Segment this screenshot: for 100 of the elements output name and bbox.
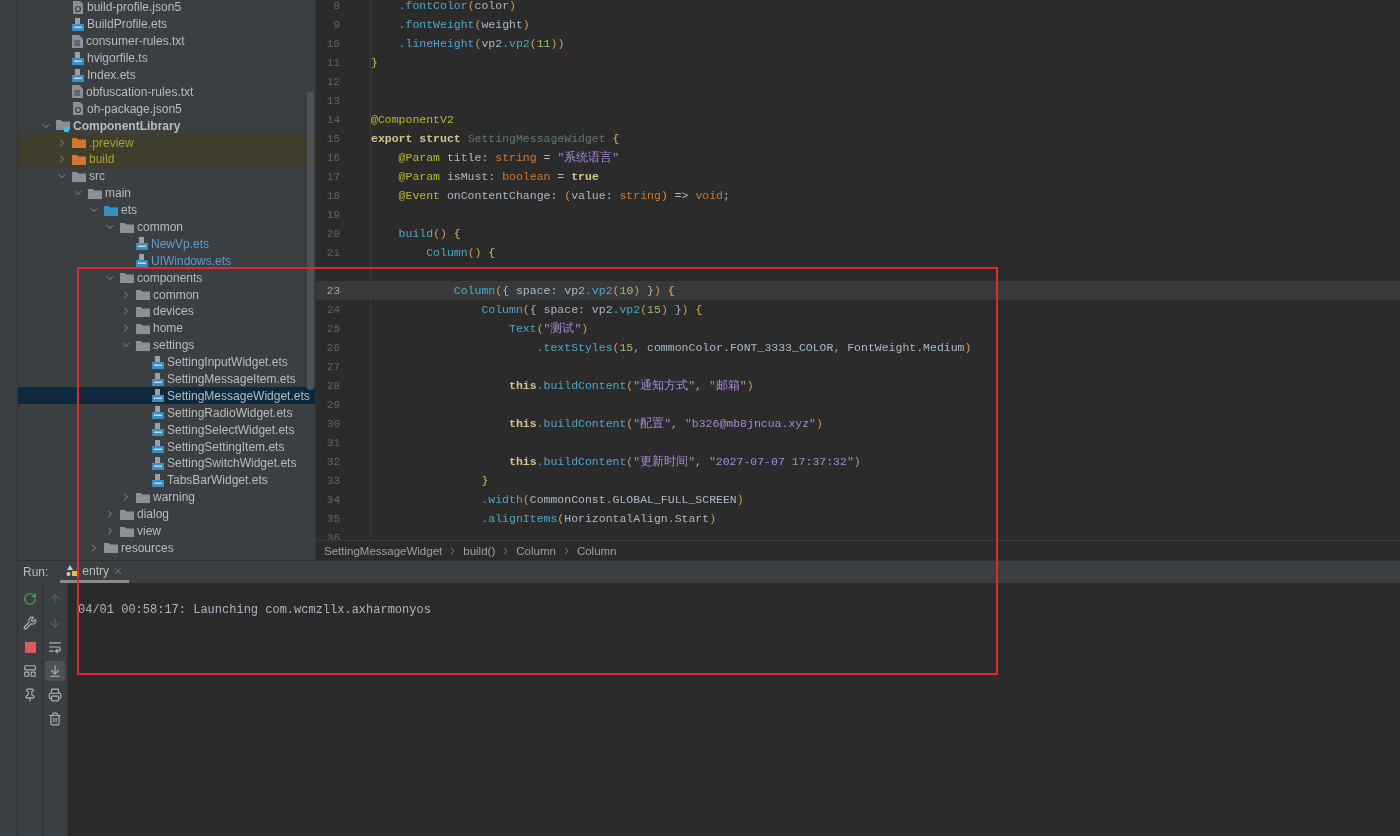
line-number: 16 xyxy=(325,151,340,164)
file-icon xyxy=(152,473,164,487)
scrollbar[interactable] xyxy=(307,92,314,390)
file-icon xyxy=(152,440,164,454)
line-number: 34 xyxy=(325,493,340,506)
tree-item[interactable]: dialog xyxy=(18,505,315,523)
tree-item[interactable]: build-profile.json5 xyxy=(18,0,315,16)
code-line: @ComponentV2 xyxy=(371,113,454,126)
folder-icon xyxy=(120,221,134,233)
scroll-to-end-button[interactable] xyxy=(45,661,65,681)
tree-item[interactable]: TabsBarWidget.ets xyxy=(18,471,315,489)
tree-item[interactable]: oh-package.json5 xyxy=(18,100,315,118)
line-number: 33 xyxy=(325,474,340,487)
file-icon xyxy=(152,423,164,437)
breadcrumb-item[interactable]: build() xyxy=(463,544,496,557)
tree-item[interactable]: home xyxy=(18,319,315,337)
line-number: 27 xyxy=(325,360,340,373)
code-line: .textStyles(15, commonColor.FONT_3333_COLOR, FontWeight.Medium) xyxy=(535,341,972,354)
up-arrow-icon xyxy=(48,592,62,606)
tree-item[interactable]: components xyxy=(18,269,315,287)
text-file-icon xyxy=(72,34,83,48)
line-number: 21 xyxy=(325,246,340,259)
tree-item[interactable]: settings xyxy=(18,336,315,354)
run-label: Run: xyxy=(23,565,49,579)
line-number: 15 xyxy=(325,132,340,145)
file-icon xyxy=(152,457,164,470)
tree-item[interactable]: common xyxy=(18,286,315,304)
tree-item[interactable]: src xyxy=(18,167,315,185)
folder-icon xyxy=(72,170,86,182)
tree-item[interactable]: SettingSelectWidget.ets xyxy=(18,421,315,439)
line-number: 10 xyxy=(325,37,340,50)
folder-icon xyxy=(120,508,134,520)
code-line: export struct SettingMessageWidget { xyxy=(371,132,620,145)
file-icon xyxy=(152,372,164,386)
tree-item[interactable]: devices xyxy=(18,303,315,320)
line-number: 25 xyxy=(325,322,340,335)
code-line: @Param isMust: boolean = true xyxy=(397,170,599,183)
chevron-icon xyxy=(563,546,569,555)
tree-item[interactable]: SettingMessageWidget.ets xyxy=(18,387,315,405)
tree-item[interactable]: obfuscation-rules.txt xyxy=(18,83,315,101)
file-icon xyxy=(152,355,164,369)
soft-wrap-icon xyxy=(48,640,62,654)
run-config-icon xyxy=(66,564,79,577)
tree-item[interactable]: SettingSettingItem.ets xyxy=(18,438,315,456)
line-number: 35 xyxy=(325,512,340,525)
line-number: 19 xyxy=(325,208,340,221)
line-number: 32 xyxy=(325,455,340,468)
folder-icon xyxy=(136,289,150,301)
file-icon xyxy=(152,389,164,403)
tree-item[interactable]: UIWindows.ets xyxy=(18,252,315,270)
print-icon xyxy=(48,688,62,702)
tree-item[interactable]: ComponentLibrary xyxy=(18,117,315,135)
pin-icon xyxy=(23,688,37,702)
close-icon[interactable] xyxy=(113,565,124,576)
code-line: this.buildContent("更新时间", "2027-07-07 17:37:32") xyxy=(508,454,861,469)
chevron-icon xyxy=(450,546,456,555)
tree-item[interactable]: SettingMessageItem.ets xyxy=(18,370,315,388)
tree-item[interactable]: Index.ets xyxy=(18,66,315,84)
folder-icon xyxy=(120,525,134,537)
tree-item[interactable]: warning xyxy=(18,488,315,506)
tree-item[interactable]: main xyxy=(18,184,315,202)
line-number: 30 xyxy=(325,417,340,430)
tree-item[interactable]: resources xyxy=(18,539,315,557)
tree-item[interactable]: ets xyxy=(18,201,315,219)
code-line: } xyxy=(371,56,378,69)
down-arrow-icon xyxy=(48,616,62,630)
tree-item[interactable]: view xyxy=(18,522,315,540)
tree-item[interactable]: NewVp.ets xyxy=(18,235,315,253)
tree-item[interactable]: .preview xyxy=(18,134,315,151)
line-number: 11 xyxy=(325,56,340,69)
line-number: 31 xyxy=(325,436,340,449)
trash-icon xyxy=(48,712,62,726)
tree-item[interactable]: build xyxy=(18,151,315,168)
breadcrumb-item[interactable]: Column xyxy=(576,544,617,557)
code-line: @Param title: string = "系统语言" xyxy=(397,150,620,165)
tree-item[interactable]: SettingRadioWidget.ets xyxy=(18,404,315,422)
folder-icon xyxy=(88,187,102,199)
line-number: 13 xyxy=(325,94,340,107)
tree-item[interactable]: hvigorfile.ts xyxy=(18,49,315,67)
code-line: .alignItems(HorizontalAlign.Start) xyxy=(480,512,717,525)
code-line: .fontColor(color) xyxy=(397,0,516,12)
breadcrumb-item[interactable]: Column xyxy=(516,544,556,557)
line-number: 24 xyxy=(325,303,340,316)
code-line: .fontWeight(weight) xyxy=(397,18,530,31)
breadcrumb-item[interactable]: SettingMessageWidget xyxy=(324,544,443,557)
folder-icon xyxy=(72,137,86,149)
module-folder-icon xyxy=(56,119,70,132)
folder-icon xyxy=(136,339,150,351)
tree-item[interactable]: SettingInputWidget.ets xyxy=(18,353,315,371)
tree-item[interactable]: common xyxy=(18,218,315,236)
tree-item[interactable]: BuildProfile.ets xyxy=(18,15,315,33)
tree-item[interactable]: SettingSwitchWidget.ets xyxy=(18,455,315,472)
code-line: Text("测试") xyxy=(508,321,589,336)
stop-icon xyxy=(24,641,36,653)
file-icon xyxy=(72,68,84,82)
file-icon xyxy=(152,406,164,420)
code-line: this.buildContent("配置", "b326@mb8jncua.xyz") xyxy=(508,416,823,431)
line-number: 36 xyxy=(325,531,340,540)
tree-item[interactable]: consumer-rules.txt xyxy=(18,32,315,50)
folder-icon xyxy=(136,305,150,317)
